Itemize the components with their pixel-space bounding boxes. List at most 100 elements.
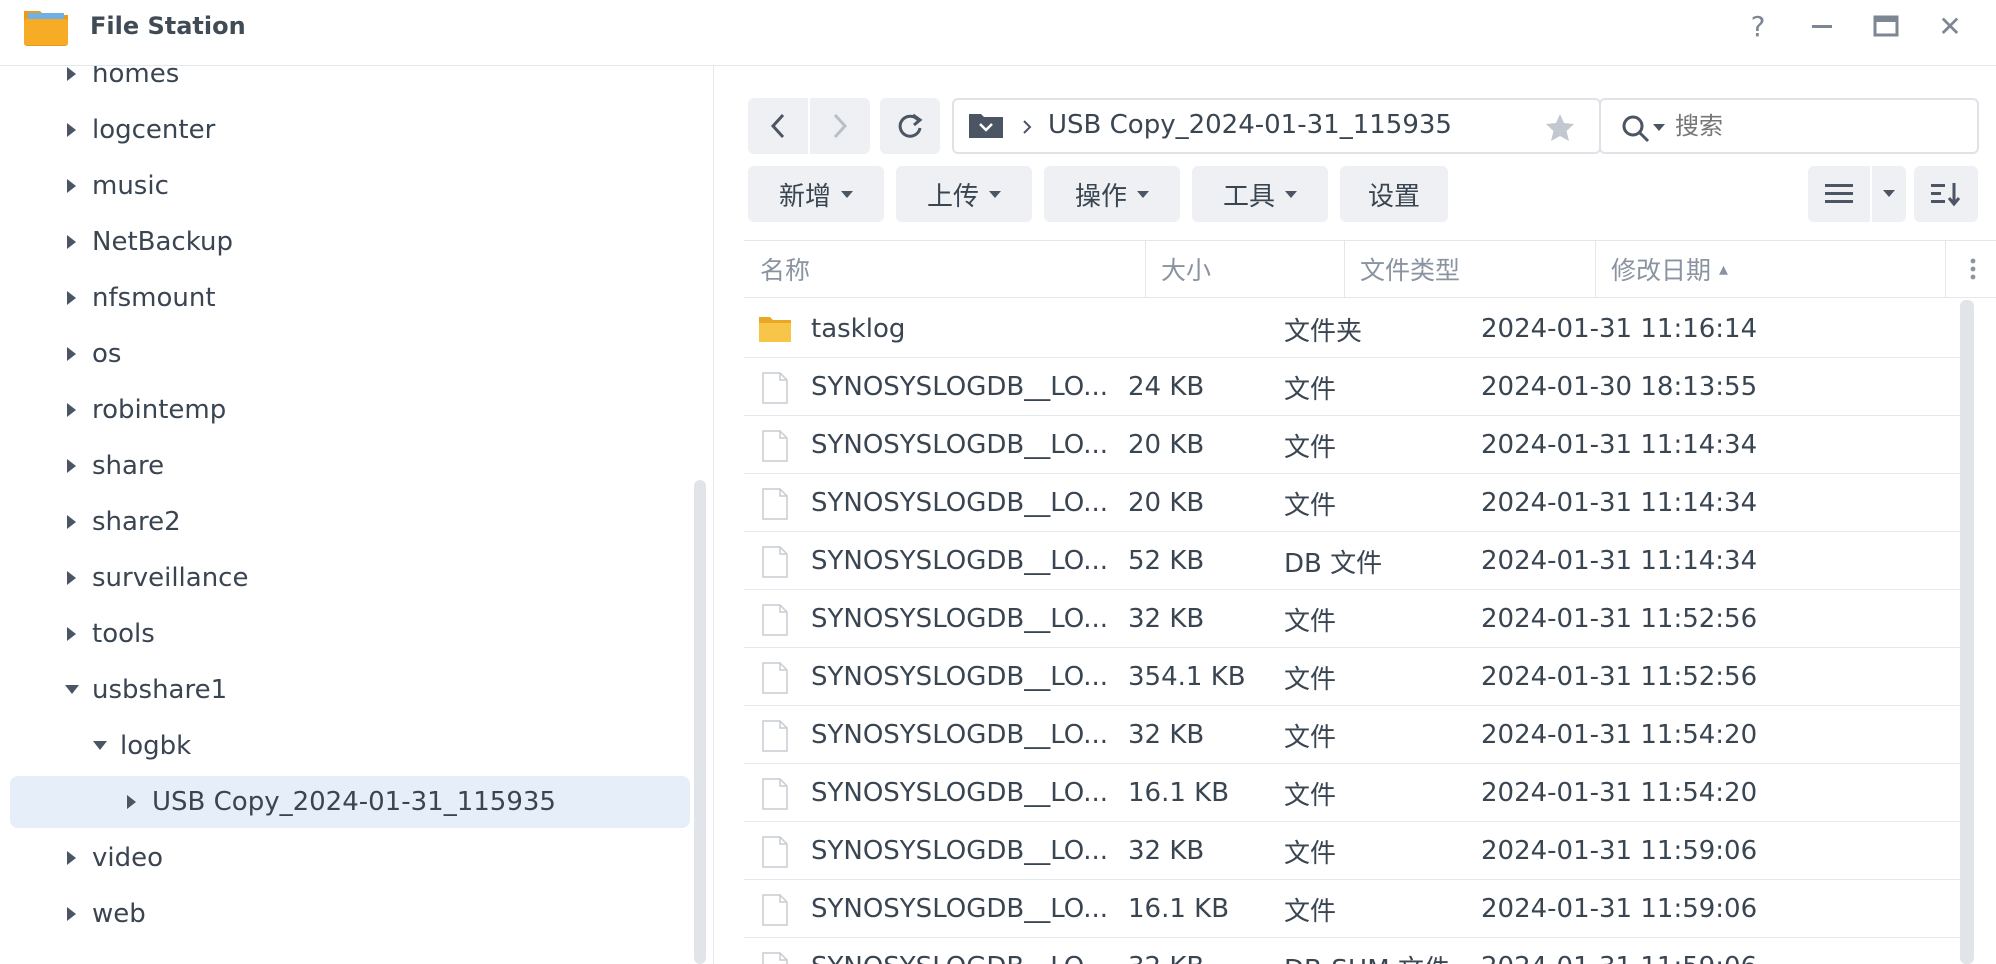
caret-collapsed-icon[interactable]	[58, 67, 86, 81]
sidebar-item[interactable]: os	[58, 328, 121, 380]
sidebar-item[interactable]: USB Copy_2024-01-31_115935	[10, 776, 690, 828]
file-type: 文件	[1284, 432, 1337, 463]
search-options-chevron-icon[interactable]	[1653, 124, 1665, 132]
minimize-button[interactable]	[1802, 8, 1842, 44]
caret-collapsed-icon[interactable]	[118, 795, 146, 809]
sidebar-item[interactable]: share2	[58, 496, 181, 548]
close-button[interactable]: ✕	[1930, 8, 1970, 44]
refresh-button[interactable]	[880, 98, 940, 154]
sidebar-item[interactable]: nfsmount	[58, 272, 216, 324]
upload-button[interactable]: 上传	[896, 166, 1032, 222]
file-name: SYNOSYSLOGDB__LO...	[811, 604, 1108, 634]
file-type: 文件	[1284, 606, 1337, 637]
file-row[interactable]: SYNOSYSLOGDB__LO... 16.1 KB 文件 2024-01-31 1…	[744, 880, 1968, 938]
file-row[interactable]: SYNOSYSLOGDB__LO... 20 KB 文件 2024-01-31 11:…	[744, 474, 1968, 532]
file-type: DB-SHM 文件	[1284, 938, 1450, 964]
file-row[interactable]: SYNOSYSLOGDB__LO... 32 KB 文件 2024-01-31 11:…	[744, 590, 1968, 648]
column-divider[interactable]	[1344, 241, 1345, 297]
file-row[interactable]: SYNOSYSLOGDB__LO... 20 KB 文件 2024-01-31 11:…	[744, 416, 1968, 474]
sidebar-scrollbar[interactable]	[694, 480, 706, 964]
tools-button[interactable]: 工具	[1192, 166, 1328, 222]
file-list-header: 名称 大小 文件类型 修改日期 ▴	[744, 240, 1996, 298]
file-size: 354.1 KB	[1128, 662, 1246, 692]
sidebar-item[interactable]: usbshare1	[58, 664, 227, 716]
action-button[interactable]: 操作	[1044, 166, 1180, 222]
caret-expanded-icon[interactable]	[86, 741, 114, 751]
sidebar-item[interactable]: tools	[58, 608, 155, 660]
file-row[interactable]: SYNOSYSLOGDB__LO... 354.1 KB 文件 2024-01-31 …	[744, 648, 1968, 706]
search-box[interactable]	[1599, 98, 1979, 154]
sort-button[interactable]	[1914, 166, 1978, 222]
file-type: 文件	[1284, 838, 1337, 869]
column-divider[interactable]	[1595, 241, 1596, 297]
maximize-button[interactable]	[1866, 8, 1906, 44]
file-row[interactable]: SYNOSYSLOGDB__LO... 32 KB DB-SHM 文件 2024-01…	[744, 938, 1968, 964]
new-button[interactable]: 新增	[748, 166, 884, 222]
file-row[interactable]: SYNOSYSLOGDB__LO... 32 KB 文件 2024-01-31 11:…	[744, 706, 1968, 764]
caret-collapsed-icon[interactable]	[58, 347, 86, 361]
file-modified-date: 2024-01-31 11:54:20	[1481, 778, 1758, 808]
sidebar-item[interactable]: homes	[58, 66, 179, 100]
sidebar-item[interactable]: robintemp	[58, 384, 226, 436]
column-header-modified[interactable]: 修改日期 ▴	[1611, 241, 1728, 297]
close-icon: ✕	[1938, 9, 1962, 43]
sidebar-item[interactable]: surveillance	[58, 552, 248, 604]
caret-collapsed-icon[interactable]	[58, 851, 86, 865]
favorite-star-icon[interactable]	[1544, 112, 1576, 142]
sidebar-item[interactable]: web	[58, 888, 146, 940]
sidebar-item-label: music	[92, 171, 169, 201]
file-type: 文件	[1284, 722, 1337, 753]
sidebar-item[interactable]: logbk	[86, 720, 191, 772]
file-row[interactable]: SYNOSYSLOGDB__LO... 16.1 KB 文件 2024-01-31 1…	[744, 764, 1968, 822]
settings-button[interactable]: 设置	[1340, 166, 1448, 222]
file-name: tasklog	[811, 314, 906, 344]
caret-collapsed-icon[interactable]	[58, 123, 86, 137]
search-input[interactable]	[1675, 108, 1965, 144]
caret-expanded-icon[interactable]	[58, 685, 86, 695]
list-view-button[interactable]	[1808, 166, 1870, 222]
sidebar-item-label: web	[92, 899, 146, 929]
folder-dropdown-icon[interactable]	[968, 112, 1004, 140]
sidebar-item-label: homes	[92, 66, 180, 89]
caret-collapsed-icon[interactable]	[58, 571, 86, 585]
path-bar[interactable]: USB Copy_2024-01-31_115935	[952, 98, 1601, 154]
file-type: 文件	[1284, 664, 1337, 695]
column-divider[interactable]	[1145, 241, 1146, 297]
sidebar-item[interactable]: share	[58, 440, 164, 492]
back-button[interactable]	[748, 98, 808, 154]
file-row[interactable]: SYNOSYSLOGDB__LO... 24 KB 文件 2024-01-30 18:…	[744, 358, 1968, 416]
view-mode-dropdown[interactable]	[1872, 166, 1906, 222]
file-name: SYNOSYSLOGDB__LO...	[811, 778, 1108, 808]
file-row[interactable]: tasklog 文件夹 2024-01-31 11:16:14	[744, 300, 1968, 358]
forward-button[interactable]	[810, 98, 870, 154]
file-name: SYNOSYSLOGDB__LO...	[811, 836, 1108, 866]
file-list-scrollbar[interactable]	[1960, 300, 1974, 964]
caret-collapsed-icon[interactable]	[58, 291, 86, 305]
file-size: 20 KB	[1128, 488, 1205, 518]
column-header-size[interactable]: 大小	[1161, 241, 1211, 297]
sidebar-item[interactable]: logcenter	[58, 104, 215, 156]
file-icon	[761, 488, 789, 520]
file-row[interactable]: SYNOSYSLOGDB__LO... 32 KB 文件 2024-01-31 11:…	[744, 822, 1968, 880]
column-options-button[interactable]	[1958, 241, 1988, 297]
file-row[interactable]: SYNOSYSLOGDB__LO... 52 KB DB 文件 2024-01-31 …	[744, 532, 1968, 590]
column-header-name[interactable]: 名称	[760, 241, 810, 297]
caret-collapsed-icon[interactable]	[58, 403, 86, 417]
caret-collapsed-icon[interactable]	[58, 515, 86, 529]
column-divider[interactable]	[1945, 241, 1946, 297]
column-header-type[interactable]: 文件类型	[1360, 241, 1460, 297]
sidebar-item[interactable]: music	[58, 160, 169, 212]
sidebar-item[interactable]: video	[58, 832, 163, 884]
sidebar-item-label: surveillance	[92, 563, 249, 593]
file-icon	[761, 720, 789, 752]
chevron-down-icon	[1883, 190, 1895, 197]
chevron-left-icon	[770, 113, 785, 139]
caret-collapsed-icon[interactable]	[58, 235, 86, 249]
sidebar-item[interactable]: NetBackup	[58, 216, 233, 268]
caret-collapsed-icon[interactable]	[58, 627, 86, 641]
file-size: 52 KB	[1128, 546, 1205, 576]
caret-collapsed-icon[interactable]	[58, 907, 86, 921]
caret-collapsed-icon[interactable]	[58, 459, 86, 473]
help-button[interactable]: ?	[1738, 8, 1778, 44]
caret-collapsed-icon[interactable]	[58, 179, 86, 193]
